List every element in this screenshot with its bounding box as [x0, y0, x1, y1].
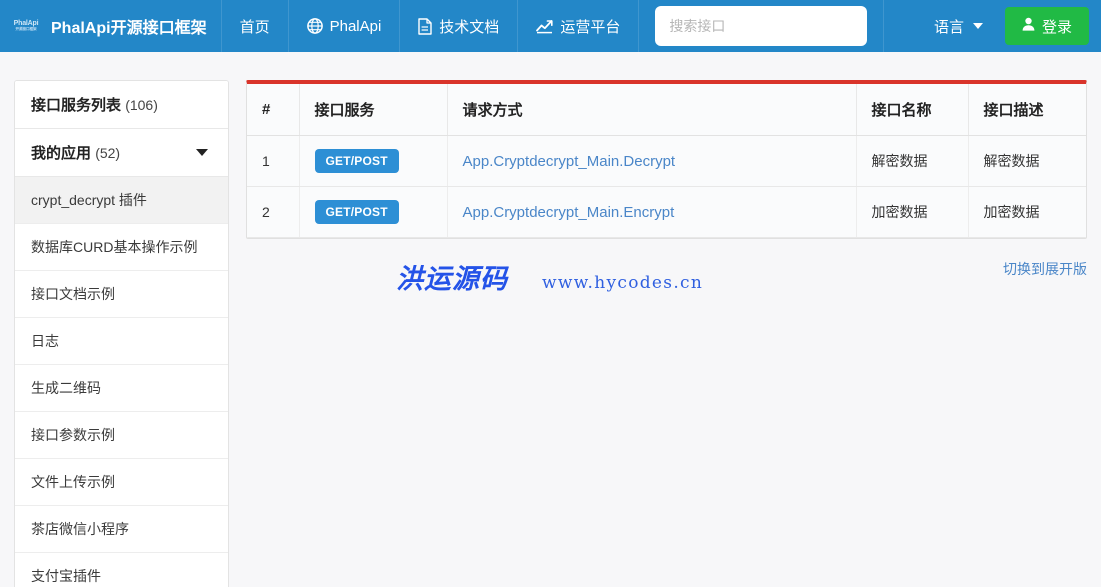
column-header-desc: 接口描述 — [968, 84, 1086, 136]
method-badge[interactable]: GET/POST — [314, 200, 399, 224]
nav-item-phalapi[interactable]: PhalApi — [289, 0, 401, 52]
search-container — [639, 0, 885, 52]
brand-link[interactable]: PhalApi 开源接口框架 PhalApi开源接口框架 — [0, 0, 222, 52]
method-badge[interactable]: GET/POST — [314, 149, 399, 173]
sidebar-item-label: 数据库CURD基本操作示例 — [31, 239, 198, 255]
sidebar-item-log[interactable]: 日志 — [15, 318, 228, 365]
row-method-cell: GET/POST — [299, 186, 448, 238]
sidebar-item-label: 接口文档示例 — [31, 286, 115, 302]
phalapi-logo-icon: PhalApi 开源接口框架 — [8, 14, 44, 38]
api-table: # 接口服务 请求方式 接口名称 接口描述 1 GET/POST App.Cry… — [247, 84, 1086, 238]
logo-bottom-text: 开源接口框架 — [15, 27, 37, 32]
switch-to-expanded-link[interactable]: 切换到展开版 — [1003, 259, 1087, 279]
top-navbar: PhalApi 开源接口框架 PhalApi开源接口框架 首页 PhalApi — [0, 0, 1101, 52]
nav-item-home[interactable]: 首页 — [222, 0, 289, 52]
chevron-down-icon — [972, 23, 983, 29]
brand-title: PhalApi开源接口框架 — [51, 20, 207, 37]
sidebar-header-service-list-count: (106) — [125, 97, 158, 113]
user-icon — [1022, 17, 1035, 35]
row-name: 解密数据 — [856, 135, 969, 187]
sidebar-item-api-doc-demo[interactable]: 接口文档示例 — [15, 271, 228, 318]
sidebar-item-label: 茶店微信小程序 — [31, 521, 129, 537]
column-header-method: 请求方式 — [447, 84, 857, 136]
row-name: 加密数据 — [856, 186, 969, 238]
row-index: 2 — [247, 186, 300, 238]
api-table-panel: # 接口服务 请求方式 接口名称 接口描述 1 GET/POST App.Cry… — [246, 80, 1087, 239]
language-dropdown[interactable]: 语言 — [916, 0, 1001, 52]
table-row: 1 GET/POST App.Cryptdecrypt_Main.Decrypt… — [247, 135, 1086, 187]
sidebar-item-label: 接口参数示例 — [31, 427, 115, 443]
api-table-head: # 接口服务 请求方式 接口名称 接口描述 — [247, 84, 1086, 136]
login-container: 登录 — [1001, 0, 1101, 52]
caret-down-icon — [196, 149, 208, 156]
nav-item-phalapi-label: PhalApi — [329, 17, 382, 35]
row-index: 1 — [247, 135, 300, 187]
language-label: 语言 — [933, 18, 964, 36]
column-header-service: 接口服务 — [299, 84, 448, 136]
sidebar-item-teashop-wechat-miniprogram[interactable]: 茶店微信小程序 — [15, 506, 228, 553]
sidebar-item-label: 生成二维码 — [31, 380, 101, 396]
search-input[interactable] — [655, 6, 868, 46]
service-link[interactable]: App.Cryptdecrypt_Main.Encrypt — [463, 204, 675, 221]
table-header-row: # 接口服务 请求方式 接口名称 接口描述 — [247, 84, 1086, 136]
row-method-cell: GET/POST — [299, 135, 448, 187]
row-service-cell: App.Cryptdecrypt_Main.Decrypt — [447, 135, 857, 187]
below-table-area: 洪运源码 www.hycodes.cn 切换到展开版 — [246, 243, 1087, 303]
nav-item-platform-label: 运营平台 — [560, 18, 621, 36]
sidebar-item-file-upload-demo[interactable]: 文件上传示例 — [15, 459, 228, 506]
nav-item-platform[interactable]: 运营平台 — [518, 0, 640, 52]
table-row: 2 GET/POST App.Cryptdecrypt_Main.Encrypt… — [247, 186, 1086, 238]
nav-item-docs[interactable]: 技术文档 — [400, 0, 519, 52]
nav-item-home-label: 首页 — [239, 18, 270, 36]
api-table-body: 1 GET/POST App.Cryptdecrypt_Main.Decrypt… — [247, 135, 1086, 238]
sidebar-header-my-apps-count: (52) — [95, 145, 121, 161]
row-desc: 解密数据 — [968, 135, 1086, 187]
column-header-name: 接口名称 — [856, 84, 969, 136]
row-desc: 加密数据 — [968, 186, 1086, 238]
navbar-spacer — [884, 0, 916, 52]
sidebar-item-label: 文件上传示例 — [31, 474, 115, 490]
sidebar-item-crypt-decrypt[interactable]: crypt_decrypt 插件 — [15, 177, 228, 224]
sidebar-header-my-apps-label: 我的应用 — [31, 145, 92, 162]
sidebar-header-service-list-label: 接口服务列表 — [31, 97, 122, 114]
sidebar-header-service-list[interactable]: 接口服务列表 (106) — [15, 81, 228, 129]
login-button[interactable]: 登录 — [1004, 7, 1089, 45]
globe-icon — [306, 18, 323, 34]
watermark-brand: 洪运源码 — [396, 264, 508, 295]
nav-item-docs-label: 技术文档 — [439, 18, 500, 36]
watermark: 洪运源码 www.hycodes.cn — [396, 257, 703, 296]
sidebar: 接口服务列表 (106) 我的应用 (52) crypt_decrypt 插件 … — [14, 80, 229, 587]
service-link[interactable]: App.Cryptdecrypt_Main.Decrypt — [463, 153, 676, 170]
login-button-label: 登录 — [1041, 18, 1072, 36]
sidebar-item-db-curd[interactable]: 数据库CURD基本操作示例 — [15, 224, 228, 271]
page-body: 接口服务列表 (106) 我的应用 (52) crypt_decrypt 插件 … — [0, 52, 1101, 587]
main-content: # 接口服务 请求方式 接口名称 接口描述 1 GET/POST App.Cry… — [246, 80, 1101, 303]
sidebar-item-label: crypt_decrypt 插件 — [31, 192, 147, 208]
chart-line-icon — [536, 19, 553, 34]
sidebar-item-label: 支付宝插件 — [31, 568, 101, 584]
sidebar-item-alipay-plugin[interactable]: 支付宝插件 — [15, 553, 228, 587]
sidebar-item-api-params-demo[interactable]: 接口参数示例 — [15, 412, 228, 459]
watermark-url: www.hycodes.cn — [542, 273, 704, 293]
sidebar-header-my-apps[interactable]: 我的应用 (52) — [15, 129, 228, 177]
sidebar-item-qrcode[interactable]: 生成二维码 — [15, 365, 228, 412]
column-header-index: # — [247, 84, 300, 136]
row-service-cell: App.Cryptdecrypt_Main.Encrypt — [447, 186, 857, 238]
document-icon — [418, 17, 432, 35]
sidebar-item-label: 日志 — [31, 333, 59, 349]
